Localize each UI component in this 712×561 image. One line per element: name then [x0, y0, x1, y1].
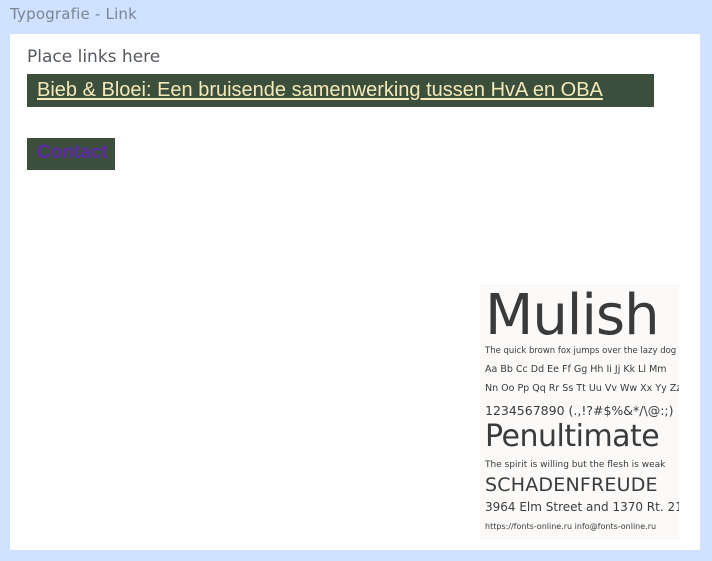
link-box-contact: Contact: [27, 138, 115, 170]
font-sentence: The spirit is willing but the flesh is w…: [485, 460, 666, 470]
link-contact[interactable]: Contact: [37, 142, 108, 163]
font-pangram: The quick brown fox jumps over the lazy …: [485, 346, 677, 356]
font-alphabet-2: Nn Oo Pp Qq Rr Ss Tt Uu Vv Ww Xx Yy Zz: [485, 383, 679, 394]
font-numerals: 1234567890 (.,!?#$%&*/\@:;): [485, 403, 674, 418]
design-canvas: Place links here Bieb & Bloei: Een bruis…: [10, 34, 700, 550]
font-word-penultimate: Penultimate: [485, 419, 660, 454]
font-alphabet-1: Aa Bb Cc Dd Ee Ff Gg Hh Ii Jj Kk Ll Mm: [485, 364, 667, 375]
link-bieb-bloei[interactable]: Bieb & Bloei: Een bruisende samenwerking…: [37, 79, 603, 101]
font-word-schadenfreude: SCHADENFREUDE: [485, 474, 658, 496]
placeholder-text: Place links here: [27, 47, 161, 67]
font-sample-image: Mulish The quick brown fox jumps over th…: [480, 284, 679, 540]
font-footer-urls: https://fonts-online.ru info@fonts-onlin…: [485, 522, 657, 531]
font-address: 3964 Elm Street and 1370 Rt. 21: [485, 500, 679, 514]
frame-title: Typografie - Link: [10, 5, 138, 23]
font-name: Mulish: [485, 284, 660, 348]
link-box-bieb-bloei: Bieb & Bloei: Een bruisende samenwerking…: [27, 74, 654, 107]
